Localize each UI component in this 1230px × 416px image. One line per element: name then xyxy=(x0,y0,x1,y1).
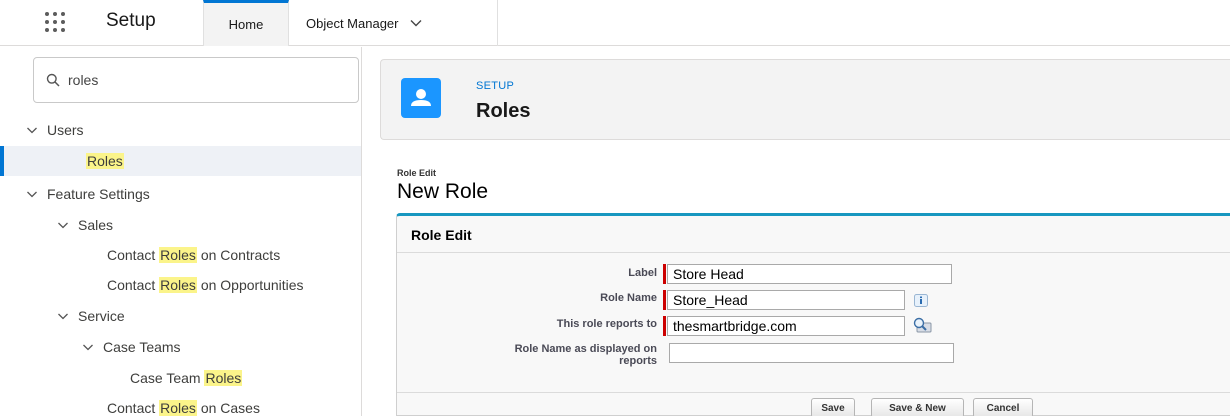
cancel-button[interactable]: Cancel xyxy=(973,398,1033,416)
label-field-label: Label xyxy=(628,267,657,279)
lookup-icon[interactable] xyxy=(912,317,932,333)
role-name-input[interactable] xyxy=(667,290,905,310)
app-name: Setup xyxy=(106,10,156,31)
tree-item-sales[interactable]: Sales xyxy=(0,210,361,240)
chevron-down-icon[interactable] xyxy=(409,16,423,30)
reports-to-input[interactable] xyxy=(667,316,905,336)
search-match-highlight: Roles xyxy=(159,400,197,416)
info-icon[interactable] xyxy=(914,294,928,307)
save-button[interactable]: Save xyxy=(811,398,855,416)
page-kicker: SETUP xyxy=(476,80,515,92)
search-match-highlight: Roles xyxy=(159,277,197,293)
tree-item-label: Case Teams xyxy=(103,339,181,355)
tree-item-contact-roles-cases[interactable]: Contact Roles on Cases xyxy=(0,393,361,416)
page-title: Roles xyxy=(476,100,531,122)
panel-header: Role Edit xyxy=(397,216,1230,253)
chevron-down-icon[interactable] xyxy=(82,341,94,353)
tab-object-manager[interactable]: Object Manager xyxy=(290,0,498,46)
setup-sidebar: roles Users Roles Feature Settings Sales… xyxy=(0,47,362,416)
tree-item-roles[interactable]: Roles xyxy=(0,146,361,176)
tree-item-case-team-roles[interactable]: Case Team Roles xyxy=(0,363,361,393)
required-indicator xyxy=(663,290,666,310)
tab-object-manager-label: Object Manager xyxy=(306,15,399,31)
required-indicator xyxy=(663,264,666,284)
global-header: Setup Home Object Manager xyxy=(0,0,1230,46)
page-header: SETUP Roles xyxy=(380,59,1230,140)
chevron-down-icon[interactable] xyxy=(57,219,69,231)
tree-item-label: Feature Settings xyxy=(47,186,150,202)
tree-item-label: Sales xyxy=(78,217,114,233)
tree-item-label: Contact Roles on Opportunities xyxy=(107,277,304,293)
page-subtitle: Role Edit xyxy=(397,168,437,178)
tree-item-label: Roles xyxy=(86,153,124,169)
record-title: New Role xyxy=(397,180,489,203)
search-match-highlight: Roles xyxy=(86,153,124,169)
tree-item-contact-roles-opportunities[interactable]: Contact Roles on Opportunities xyxy=(0,270,361,300)
chevron-down-icon[interactable] xyxy=(26,124,38,136)
tab-home[interactable]: Home xyxy=(203,0,289,46)
tree-item-case-teams[interactable]: Case Teams xyxy=(0,332,361,362)
role-edit-panel: Role Edit Label Role Name This role repo… xyxy=(396,213,1230,416)
tree-item-users[interactable]: Users xyxy=(0,115,361,145)
quick-find-value: roles xyxy=(68,72,99,88)
app-launcher-icon[interactable] xyxy=(45,12,65,32)
reports-to-field-label: This role reports to xyxy=(556,318,657,330)
tab-home-label: Home xyxy=(228,17,264,32)
quick-find-input[interactable]: roles xyxy=(33,57,359,103)
tree-item-contact-roles-contracts[interactable]: Contact Roles on Contracts xyxy=(0,240,361,270)
save-and-new-button[interactable]: Save & New xyxy=(871,398,964,416)
tree-item-feature-settings[interactable]: Feature Settings xyxy=(0,179,361,209)
panel-title: Role Edit xyxy=(411,227,472,243)
tree-item-label: Contact Roles on Cases xyxy=(107,400,260,416)
required-indicator xyxy=(663,316,666,336)
tree-item-label: Service xyxy=(78,308,125,324)
display-name-field-label: Role Name as displayed on reports xyxy=(514,343,657,367)
display-name-input[interactable] xyxy=(669,343,954,363)
search-match-highlight: Roles xyxy=(204,370,243,386)
search-match-highlight: Roles xyxy=(159,247,197,263)
tree-item-label: Case Team Roles xyxy=(130,370,243,386)
chevron-down-icon[interactable] xyxy=(26,188,38,200)
tree-item-label: Users xyxy=(47,122,84,138)
tree-item-label: Contact Roles on Contracts xyxy=(107,247,281,263)
search-icon xyxy=(46,73,60,87)
role-name-field-label: Role Name xyxy=(600,292,657,304)
label-input[interactable] xyxy=(667,264,952,284)
button-row: Save Save & New Cancel xyxy=(397,392,1230,416)
tree-item-service[interactable]: Service xyxy=(0,301,361,331)
user-icon xyxy=(401,78,441,118)
chevron-down-icon[interactable] xyxy=(57,310,69,322)
